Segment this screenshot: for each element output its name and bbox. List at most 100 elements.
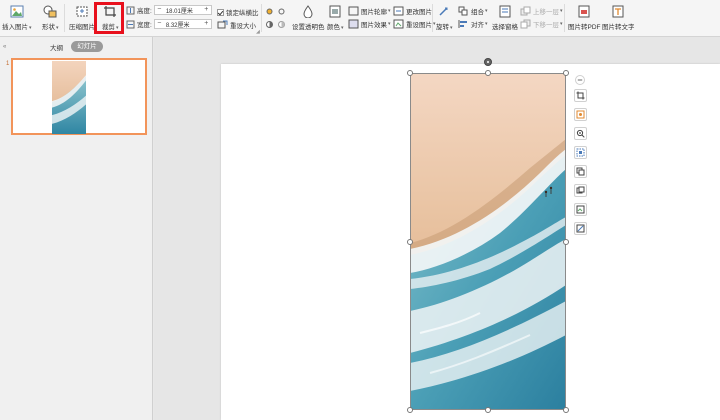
float-effect-button[interactable] [574,108,587,121]
brightness-up-icon[interactable] [265,7,274,16]
resize-handle-top-right[interactable] [563,70,569,76]
height-value[interactable]: 18.01厘米 [164,6,202,15]
compress-label: 压缩图片 [69,24,95,31]
compress-picture-button[interactable]: 压缩图片 [69,5,95,31]
reset-size-label: 重设大小 [230,23,256,30]
width-decrease-button[interactable]: − [155,20,164,28]
picture-to-text-button[interactable]: 图片转文字 [602,5,635,31]
compress-icon [76,6,88,17]
float-copy-button[interactable] [574,184,587,197]
resize-handle-bottom-right[interactable] [563,407,569,413]
height-decrease-button[interactable]: − [155,6,164,14]
resize-handle-bottom[interactable] [485,407,491,413]
cutout-icon [576,148,585,157]
width-input[interactable]: − 8.32厘米 + [153,19,212,29]
chevron-down-icon: ▾ [485,8,488,14]
send-backward-button[interactable]: 下移一层 ▾ [520,19,563,29]
chevron-down-icon: ▾ [560,8,563,14]
collapse-toolbar-button[interactable] [575,75,585,85]
picture-outline-button[interactable]: 图片轮廓 ▾ [348,6,391,16]
picture-effect-icon [576,110,585,119]
align-button[interactable]: 对齐 ▾ [458,19,488,29]
width-label: 宽度: [137,22,152,29]
reset-size-button[interactable]: 重设大小 [217,20,256,30]
picture-to-text-label: 图片转文字 [602,24,635,31]
picture-to-pdf-button[interactable]: 图片转PDF [568,5,601,31]
float-replace-button[interactable] [574,165,587,178]
dialog-launcher-icon[interactable]: ◢ [256,29,260,35]
lock-aspect-ratio-label: 锁定纵横比 [226,10,259,17]
shape-button[interactable]: 形状▾ [42,5,59,31]
height-increase-button[interactable]: + [202,6,211,14]
height-icon [126,6,135,14]
reset-picture-label: 重设图片 [406,22,432,29]
chevron-down-icon: ▾ [56,25,59,31]
droplet-icon [303,5,313,18]
slide-thumbnail[interactable] [11,58,147,135]
change-picture-icon [393,6,404,16]
bring-forward-icon [520,6,531,16]
rotation-handle[interactable] [484,58,492,66]
send-backward-label: 下移一层 [533,22,559,29]
float-layers-button[interactable] [574,203,587,216]
replace-icon [576,167,585,176]
change-picture-button[interactable]: 更改图片 [393,6,432,16]
chevron-down-icon: ▾ [560,21,563,27]
tab-slides[interactable]: 幻灯片 [71,41,103,52]
float-zoom-button[interactable] [574,127,587,140]
thumbnail-beach-image [52,61,86,134]
rotate-icon [439,7,448,16]
width-field: 宽度: − 8.32厘米 + [126,19,212,29]
float-crop-button[interactable] [574,89,587,102]
selection-pane-button[interactable]: 选择窗格 [492,5,518,31]
resize-handle-top-left[interactable] [407,70,413,76]
set-transparent-color-button[interactable]: 设置透明色 [292,5,325,31]
resize-handle-bottom-left[interactable] [407,407,413,413]
height-input[interactable]: − 18.01厘米 + [153,5,212,15]
ribbon-divider [261,4,262,32]
width-increase-button[interactable]: + [202,20,211,28]
tab-outline[interactable]: 大纲 [50,42,63,52]
shape-label: 形状 [42,24,55,31]
chevron-down-icon: ▾ [485,21,488,27]
color-button[interactable]: 颜色▾ [327,5,344,31]
ribbon-divider [64,4,65,32]
resize-handle-top[interactable] [485,70,491,76]
send-backward-icon [520,19,531,29]
copy-icon [576,186,585,194]
edit-icon [576,224,585,233]
chevron-down-icon: ▾ [341,25,344,31]
collapse-panel-icon[interactable]: « [3,44,6,50]
contrast-up-icon[interactable] [265,20,274,29]
width-value[interactable]: 8.32厘米 [164,20,202,29]
brightness-down-icon[interactable] [277,7,286,16]
lock-aspect-ratio-checkbox[interactable]: 锁定纵横比 [217,7,259,17]
group-label: 组合 [471,9,484,16]
bring-forward-button[interactable]: 上移一层 ▾ [520,6,563,16]
insert-picture-label: 插入图片 [2,24,28,31]
ribbon-toolbar: 插入图片▾ 形状▾ 压缩图片 裁剪▾ 高度: − 18.01厘米 + 宽度: −… [0,0,720,37]
crop-icon [576,91,585,100]
reset-picture-button[interactable]: 重设图片 ▾ [393,19,436,29]
shape-icon [43,5,57,18]
insert-picture-button[interactable]: 插入图片▾ [2,5,32,31]
chevron-down-icon: ▾ [29,25,32,31]
float-edit-button[interactable] [574,222,587,235]
slides-panel: « 大纲 幻灯片 1 [0,37,153,420]
group-button[interactable]: 组合 ▾ [458,6,488,16]
pdf-icon [578,5,590,18]
float-cutout-button[interactable] [574,146,587,159]
selection-pane-icon [499,5,511,18]
beach-photo[interactable] [410,73,566,410]
slide-number: 1 [6,61,10,67]
picture-outline-label: 图片轮廓 [361,9,387,16]
resize-handle-left[interactable] [407,239,413,245]
resize-handle-right[interactable] [563,239,569,245]
picture-effects-button[interactable]: 图片效果 ▾ [348,19,391,29]
width-icon [126,20,135,28]
rotate-button[interactable]: 旋转▾ [436,5,453,31]
ribbon-divider [564,4,565,32]
contrast-down-icon[interactable] [277,20,286,29]
chevron-down-icon: ▾ [388,8,391,14]
chevron-down-icon: ▾ [450,25,453,31]
